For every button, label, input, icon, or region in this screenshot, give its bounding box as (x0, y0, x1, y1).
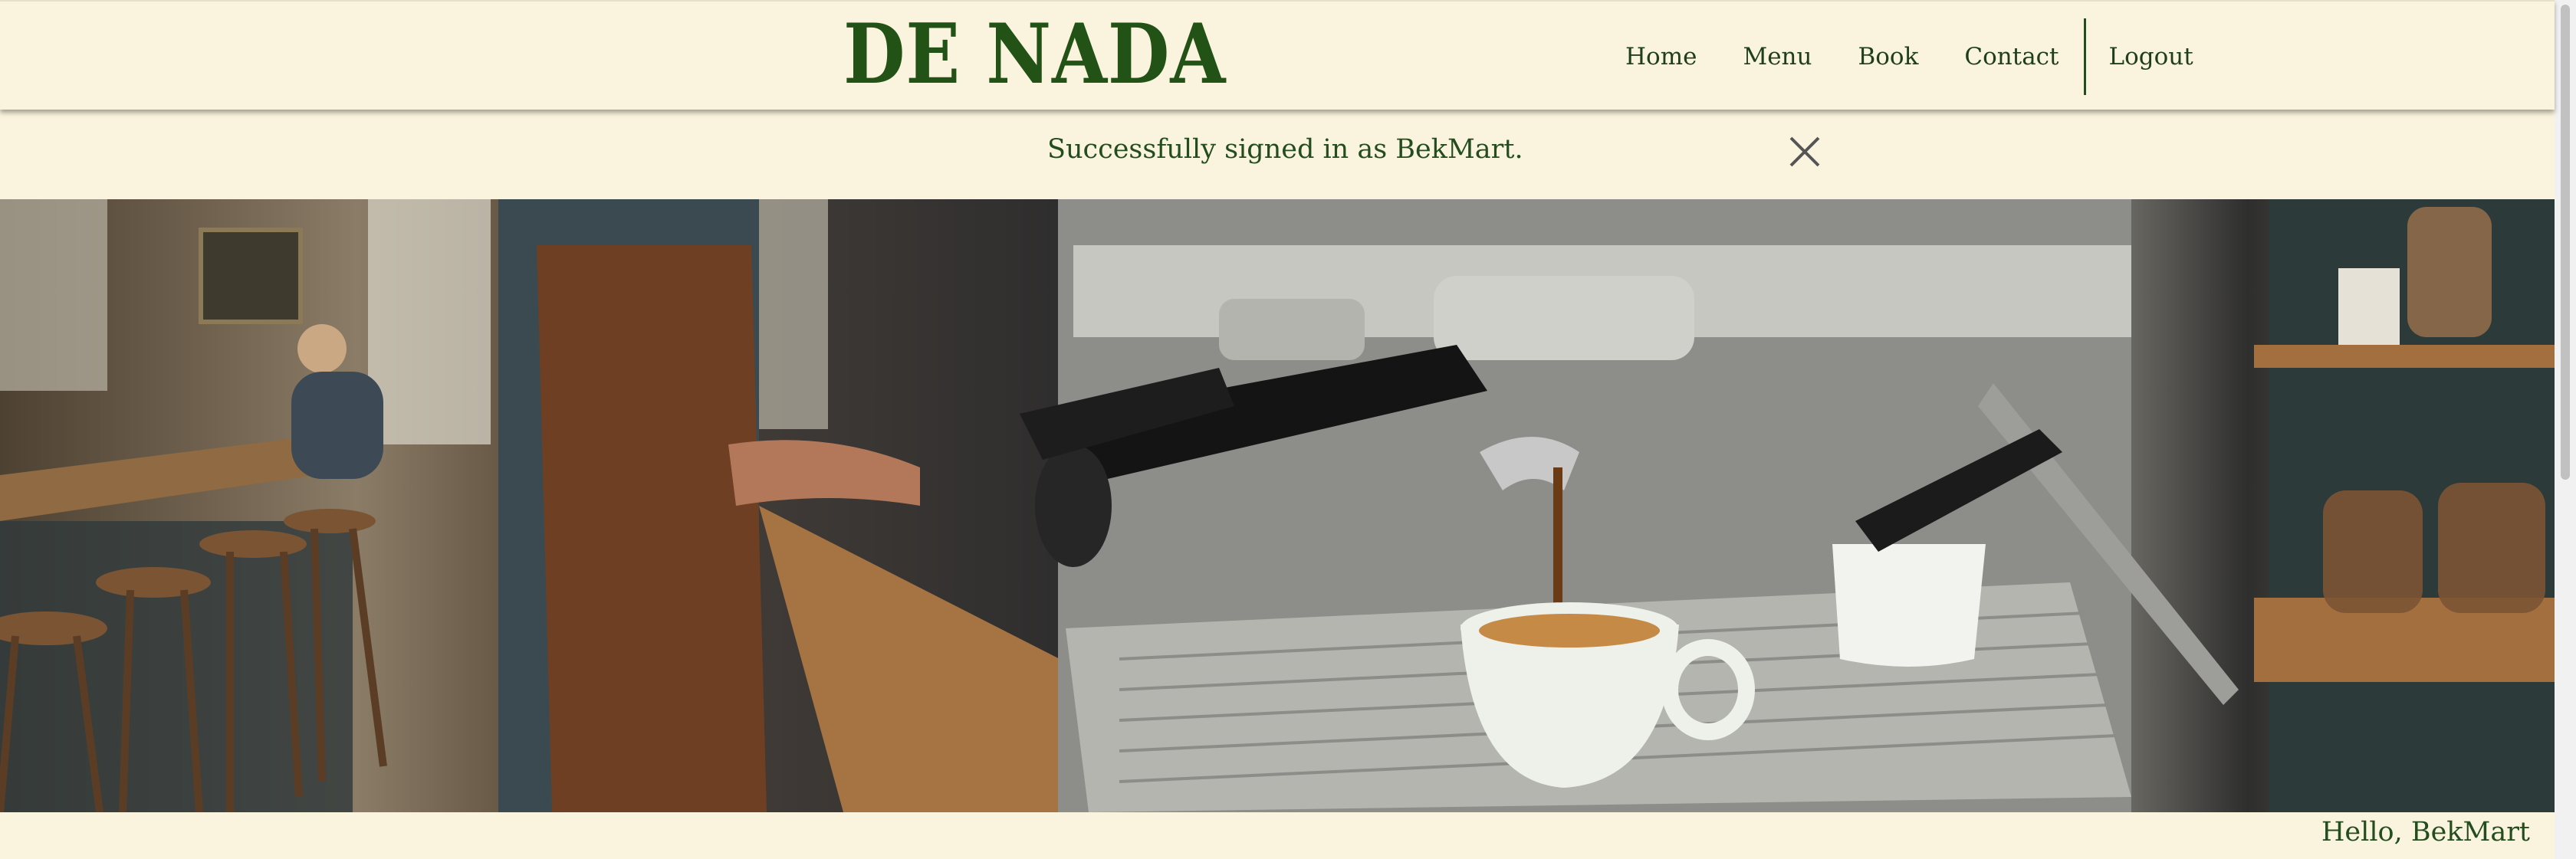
flash-message: Successfully signed in as BekMart. (1047, 134, 1523, 165)
hero-image (0, 199, 2555, 812)
brand-logo[interactable]: DE NADA (843, 5, 1226, 104)
nav-contact-link[interactable]: Contact (1964, 43, 2058, 70)
main-nav: Home Menu Book Contact Logout (1625, 18, 2193, 95)
close-icon[interactable] (1786, 133, 1823, 170)
page: DE NADA Home Menu Book Contact Logout Su… (0, 0, 2555, 859)
page-scrollbar[interactable] (2555, 0, 2576, 859)
hero-espresso-illustration (0, 199, 2555, 812)
logout-link[interactable]: Logout (2109, 43, 2193, 70)
flash-message-bar: Successfully signed in as BekMart. (0, 108, 2555, 198)
nav-menu-link[interactable]: Menu (1743, 43, 1812, 70)
nav-home-link[interactable]: Home (1625, 43, 1697, 70)
scrollbar-thumb[interactable] (2561, 5, 2570, 480)
nav-divider (2083, 18, 2086, 95)
site-footer: Hello, BekMart (0, 812, 2555, 859)
site-header: DE NADA Home Menu Book Contact Logout (0, 0, 2555, 110)
nav-book-link[interactable]: Book (1858, 43, 1918, 70)
user-greeting: Hello, BekMart (2321, 817, 2530, 848)
